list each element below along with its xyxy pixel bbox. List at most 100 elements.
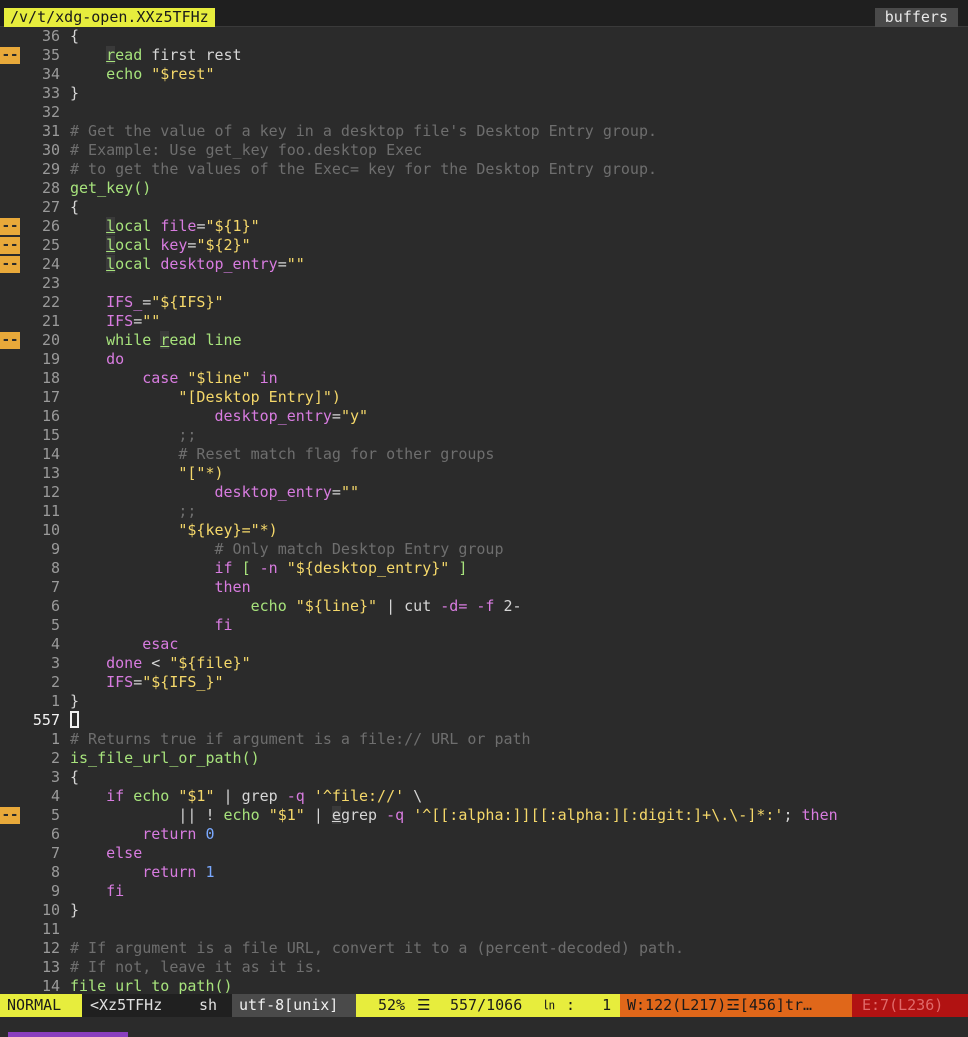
code-line[interactable]: 10 "${key}="*) (0, 521, 968, 540)
code-line[interactable]: 34 echo "$rest" (0, 65, 968, 84)
code-line[interactable]: 1} (0, 692, 968, 711)
code-line[interactable]: 6 return 0 (0, 825, 968, 844)
code-line[interactable]: 17 "[Desktop Entry]") (0, 388, 968, 407)
code-line[interactable]: 4 if echo "$1" | grep -q '^file://' \ (0, 787, 968, 806)
code-line[interactable]: 32 (0, 103, 968, 122)
code-line[interactable]: 11 (0, 920, 968, 939)
code-line[interactable]: 9 fi (0, 882, 968, 901)
code-token: while (106, 331, 152, 349)
editor-buffer[interactable]: 36{-- 35 read first rest 34 echo "$rest" 33… (0, 27, 968, 994)
code-token: if (106, 787, 125, 805)
code-token: local (106, 217, 152, 235)
code-line[interactable]: 31 # Get the value of a key in a desktop … (0, 122, 968, 141)
code-text: # to get the values of the Exec= key for… (70, 160, 657, 179)
code-line[interactable]: 16 desktop_entry="y" (0, 407, 968, 426)
statusline: NORMAL <Xz5TFHz sh utf-8[unix] 52% ☰ 557… (0, 994, 968, 1017)
code-line[interactable]: 8 return 1 (0, 863, 968, 882)
code-line[interactable]: 22 IFS_="${IFS}" (0, 293, 968, 312)
code-token: || ! (70, 806, 224, 824)
code-line[interactable]: 3 done < "${file}" (0, 654, 968, 673)
code-text: local key="${2}" (70, 236, 251, 255)
code-line[interactable]: 27 { (0, 198, 968, 217)
code-line[interactable]: 1 # Returns true if argument is a file://… (0, 730, 968, 749)
code-token: { (70, 198, 80, 216)
code-line[interactable]: 36 { (0, 27, 968, 46)
code-line[interactable]: 6 echo "${line}" | cut -d= -f 2- (0, 597, 968, 616)
code-line[interactable]: 33} (0, 84, 968, 103)
code-line[interactable]: -- 35 read first rest (0, 46, 968, 65)
code-line[interactable]: 2 IFS="${IFS_}" (0, 673, 968, 692)
code-token: -d= (440, 597, 468, 615)
code-line[interactable]: 15 ;; (0, 426, 968, 445)
code-line[interactable]: 13 # If not, leave it as it is. (0, 958, 968, 977)
errors-indicator[interactable]: E:7(L236) (852, 994, 968, 1017)
code-token: = (133, 673, 143, 691)
code-token: "$rest" (151, 65, 215, 83)
code-line[interactable]: 30 # Example: Use get_key foo.desktop Exe… (0, 141, 968, 160)
code-line[interactable]: 18 case "$line" in (0, 369, 968, 388)
line-number: 3 (50, 768, 60, 786)
line-number: 22 (41, 293, 60, 311)
code-token: "" (142, 312, 161, 330)
code-text: desktop_entry="" (70, 483, 360, 502)
code-token: return (142, 825, 197, 843)
code-line[interactable]: -- 20 while read line (0, 331, 968, 350)
code-line[interactable]: 11 ;; (0, 502, 968, 521)
code-token: # Example: Use get_key foo.desktop Exec (70, 141, 423, 159)
code-line[interactable]: -- 24 local desktop_entry="" (0, 255, 968, 274)
code-line[interactable]: 10} (0, 901, 968, 920)
code-text: "["*) (70, 464, 223, 483)
code-line[interactable]: -- 25 local key="${2}" (0, 236, 968, 255)
code-token: egrep (331, 806, 378, 824)
code-line[interactable]: 5 fi (0, 616, 968, 635)
code-line[interactable]: 19 do (0, 350, 968, 369)
code-text: return 1 (70, 863, 214, 882)
code-token: desktop_entry (214, 407, 332, 425)
code-line[interactable]: 12 desktop_entry="" (0, 483, 968, 502)
code-line[interactable]: 23 (0, 274, 968, 293)
buffers-button[interactable]: buffers (874, 8, 958, 27)
code-text: else (70, 844, 142, 863)
code-line[interactable]: 7 then (0, 578, 968, 597)
command-line[interactable] (0, 1017, 968, 1037)
tab-current-file[interactable]: /v/t/xdg-open.XXz5TFHz (4, 8, 215, 27)
code-line[interactable]: 28 get_key() (0, 179, 968, 198)
code-line[interactable]: 21 IFS="" (0, 312, 968, 331)
code-line[interactable]: 29 # to get the values of the Exec= key f… (0, 160, 968, 179)
code-line[interactable]: -- 5 || ! echo "$1" | egrep -q '^[[:alpha… (0, 806, 968, 825)
code-line[interactable]: -- 26 local file="${1}" (0, 217, 968, 236)
code-line[interactable]: 14 # Reset match flag for other groups (0, 445, 968, 464)
code-text: ;; (70, 426, 196, 445)
code-text: done < "${file}" (70, 654, 251, 673)
code-line[interactable]: 9 # Only match Desktop Entry group (0, 540, 968, 559)
line-number: 11 (41, 502, 60, 520)
code-line[interactable]: 2 is_file_url_or_path() (0, 749, 968, 768)
diff-sign: -- (0, 218, 20, 235)
code-text: # If not, leave it as it is. (70, 958, 323, 977)
line-number: 7 (50, 578, 60, 596)
warnings-indicator[interactable]: W:122(L217)☲[456]tr… (620, 994, 852, 1017)
code-line[interactable]: 3{ (0, 768, 968, 787)
code-line[interactable]: 13 "["*) (0, 464, 968, 483)
code-line[interactable]: 8 if [ -n "${desktop_entry}" ] (0, 559, 968, 578)
code-line[interactable]: 7 else (0, 844, 968, 863)
code-line[interactable]: 12 # If argument is a file URL, convert i… (0, 939, 968, 958)
code-line[interactable]: 557 (0, 711, 968, 730)
code-token: "${key}="*) (178, 521, 278, 539)
code-line[interactable]: 4 esac (0, 635, 968, 654)
code-line[interactable]: 14 file_url_to_path() (0, 977, 968, 994)
code-token: ;; (178, 502, 197, 520)
